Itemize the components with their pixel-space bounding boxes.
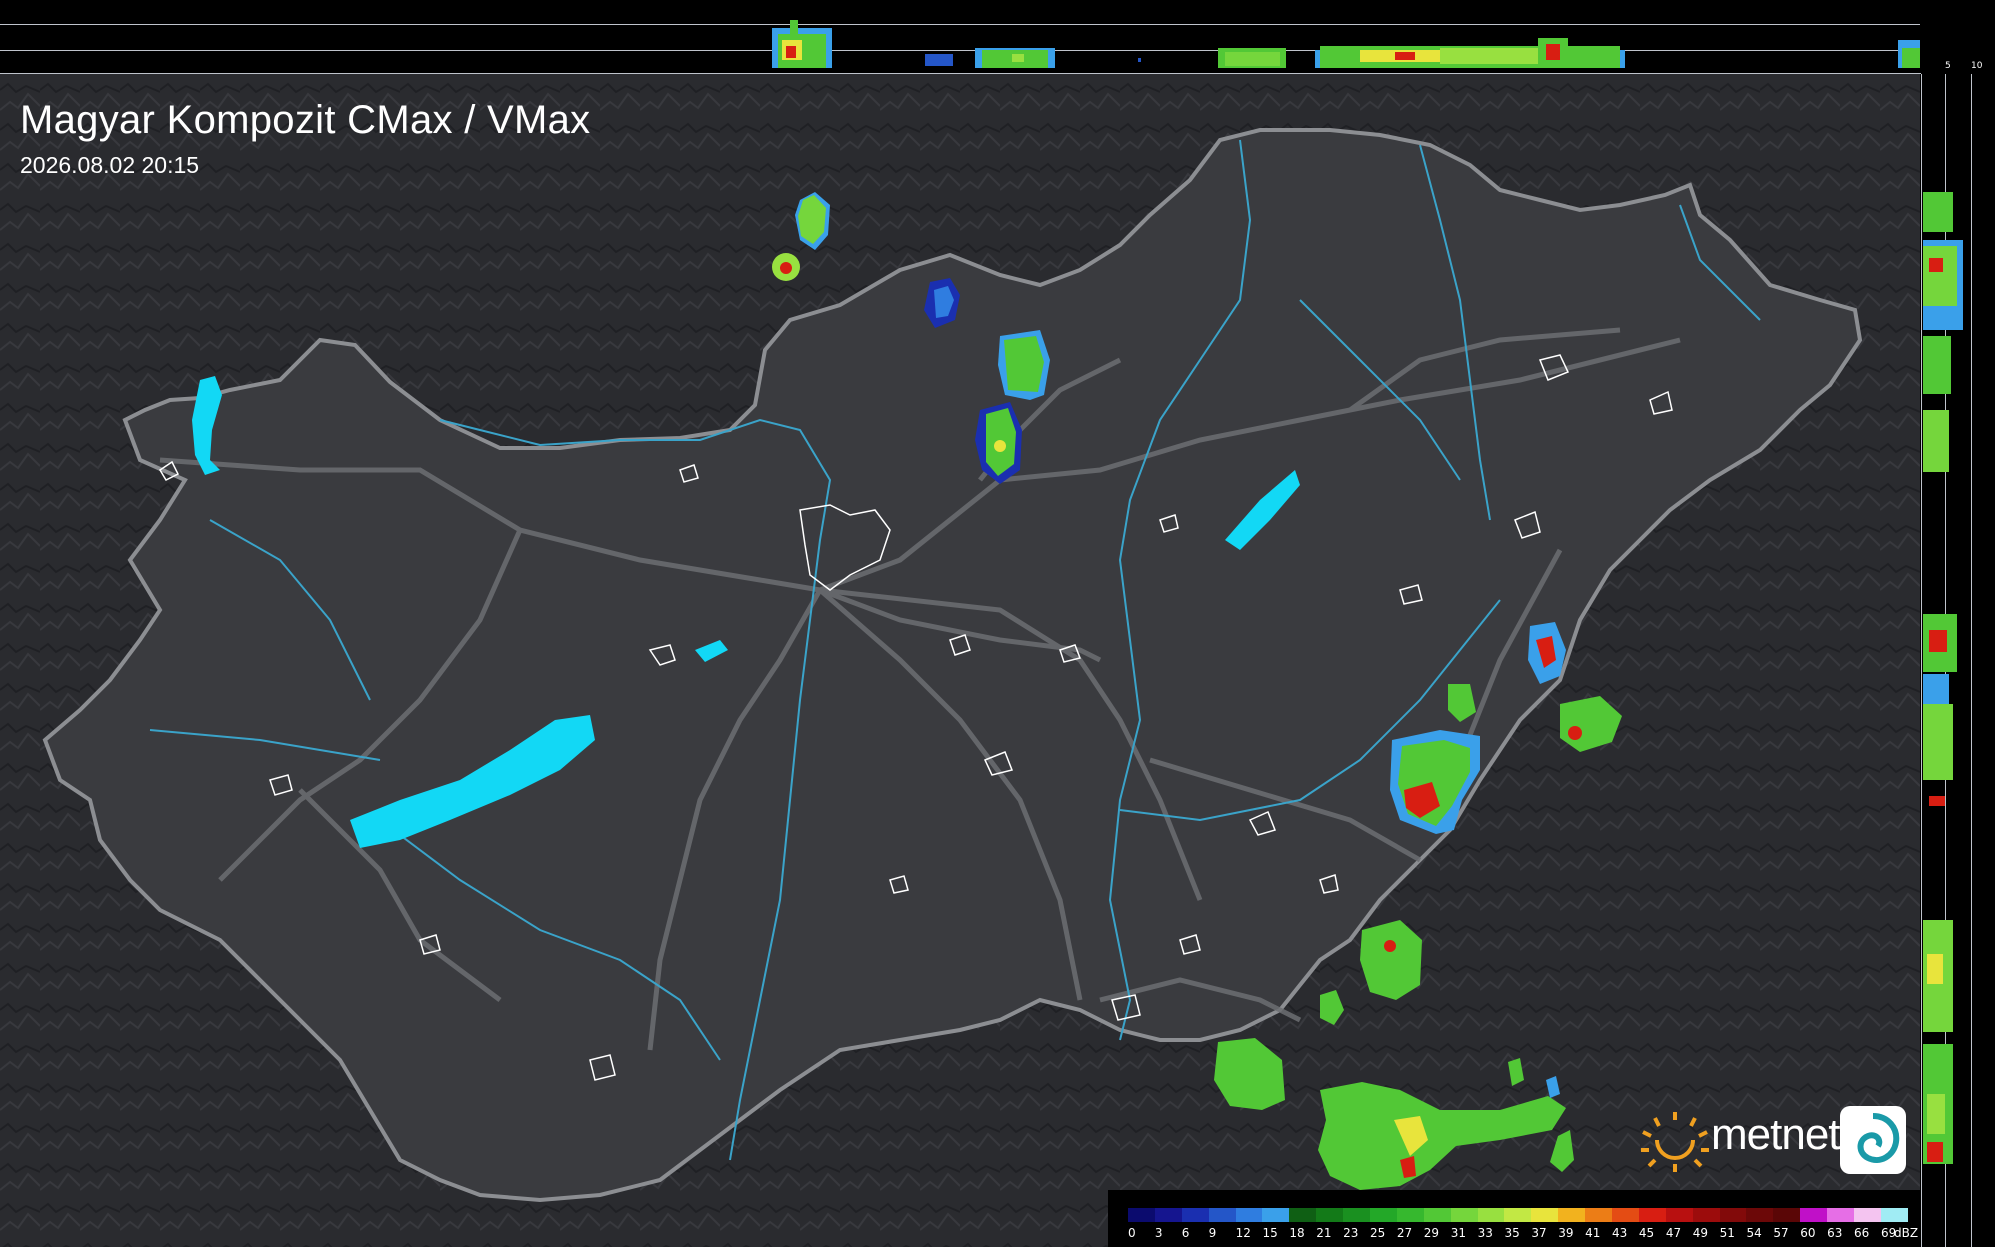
legend-value: 12: [1235, 1226, 1251, 1240]
legend-swatch: [1423, 1208, 1451, 1222]
radar-map[interactable]: metnet: [0, 74, 1920, 1247]
legend-value: 43: [1612, 1226, 1628, 1240]
top-profile-strip: 10 5: [0, 0, 1995, 74]
swirl-icon: [1840, 1106, 1906, 1174]
legend-swatch: [1638, 1208, 1666, 1222]
legend-value: 21: [1316, 1226, 1332, 1240]
legend-value: 0: [1128, 1226, 1136, 1240]
legend-swatch: [1235, 1208, 1263, 1222]
legend-swatch: [1128, 1208, 1155, 1222]
right-profile-strip: [1921, 74, 1995, 1247]
legend-value: 3: [1154, 1226, 1163, 1240]
legend-swatch: [1504, 1208, 1532, 1222]
legend-swatch: [1585, 1208, 1613, 1222]
right-scale-label-5: 5: [1945, 61, 1951, 71]
profile-corner: 5 10: [1921, 0, 1995, 74]
dbz-legend: 0 3 6 9 12 15 18 21 23 25 27 29 31 33 35 37 39 41 43 45 47 49…: [1108, 1190, 1920, 1247]
legend-labels: 0 3 6 9 12 15 18 21 23 25 27 29 31 33 35 37 39 41 43 45 47 49…: [1128, 1226, 1908, 1240]
legend-swatch: [1612, 1208, 1639, 1222]
legend-swatch: [1370, 1208, 1397, 1222]
legend-swatch: [1746, 1208, 1774, 1222]
legend-value: 25: [1370, 1226, 1386, 1240]
right-profile-echoes: [1923, 192, 1963, 1164]
legend-value: 54: [1746, 1226, 1762, 1240]
legend-unit: dBZ: [1894, 1226, 1919, 1240]
legend-swatch: [1827, 1208, 1855, 1222]
metnet-logo: metnet: [1635, 1100, 1915, 1180]
legend-swatch: [1692, 1208, 1720, 1222]
legend-swatch: [1208, 1208, 1236, 1222]
logo-wordmark: metnet: [1711, 1110, 1841, 1159]
legend-value: 33: [1477, 1226, 1493, 1240]
legend-swatch: [1800, 1208, 1828, 1222]
map-title: Magyar Kompozit CMax / VMax: [20, 98, 591, 142]
legend-value: 45: [1638, 1226, 1655, 1240]
legend-swatch: [1854, 1208, 1881, 1222]
legend-value: 41: [1585, 1226, 1601, 1240]
legend-value: 6: [1181, 1226, 1190, 1240]
legend-swatch: [1477, 1208, 1505, 1222]
legend-value: 31: [1450, 1226, 1466, 1240]
sun-icon: [1641, 1112, 1709, 1172]
legend-value: 51: [1719, 1226, 1735, 1240]
legend-value: 66: [1854, 1226, 1870, 1240]
legend-value: 35: [1504, 1226, 1520, 1240]
legend-swatch: [1289, 1208, 1317, 1222]
legend-swatch: [1880, 1208, 1908, 1222]
legend-value: 37: [1531, 1226, 1547, 1240]
legend-swatch: [1719, 1208, 1747, 1222]
legend-value: 47: [1665, 1226, 1682, 1240]
legend-color-bar: [1128, 1208, 1908, 1222]
legend-swatch: [1450, 1208, 1478, 1222]
legend-value: 27: [1396, 1226, 1413, 1240]
legend-value: 18: [1289, 1226, 1305, 1240]
legend-swatch: [1154, 1208, 1182, 1222]
legend-swatch: [1262, 1208, 1290, 1222]
legend-value: 9: [1208, 1226, 1217, 1240]
legend-swatch: [1316, 1208, 1344, 1222]
legend-swatch: [1558, 1208, 1586, 1222]
legend-swatch: [1181, 1208, 1209, 1222]
legend-swatch: [1396, 1208, 1424, 1222]
legend-swatch: [1531, 1208, 1559, 1222]
legend-value: 63: [1827, 1226, 1843, 1240]
legend-value: 39: [1558, 1226, 1574, 1240]
legend-value: 57: [1773, 1226, 1789, 1240]
map-timestamp: 2026.08.02 20:15: [20, 152, 200, 178]
legend-value: 15: [1262, 1226, 1278, 1240]
legend-swatch: [1665, 1208, 1693, 1222]
legend-value: 23: [1343, 1226, 1359, 1240]
legend-value: 60: [1800, 1226, 1816, 1240]
legend-value: 49: [1692, 1226, 1708, 1240]
legend-swatch: [1773, 1208, 1801, 1222]
right-scale-label-10: 10: [1971, 61, 1983, 71]
top-profile-echoes: [772, 20, 1920, 68]
map-canvas: [0, 74, 1920, 1247]
legend-swatch: [1343, 1208, 1371, 1222]
legend-value: 29: [1423, 1226, 1440, 1240]
